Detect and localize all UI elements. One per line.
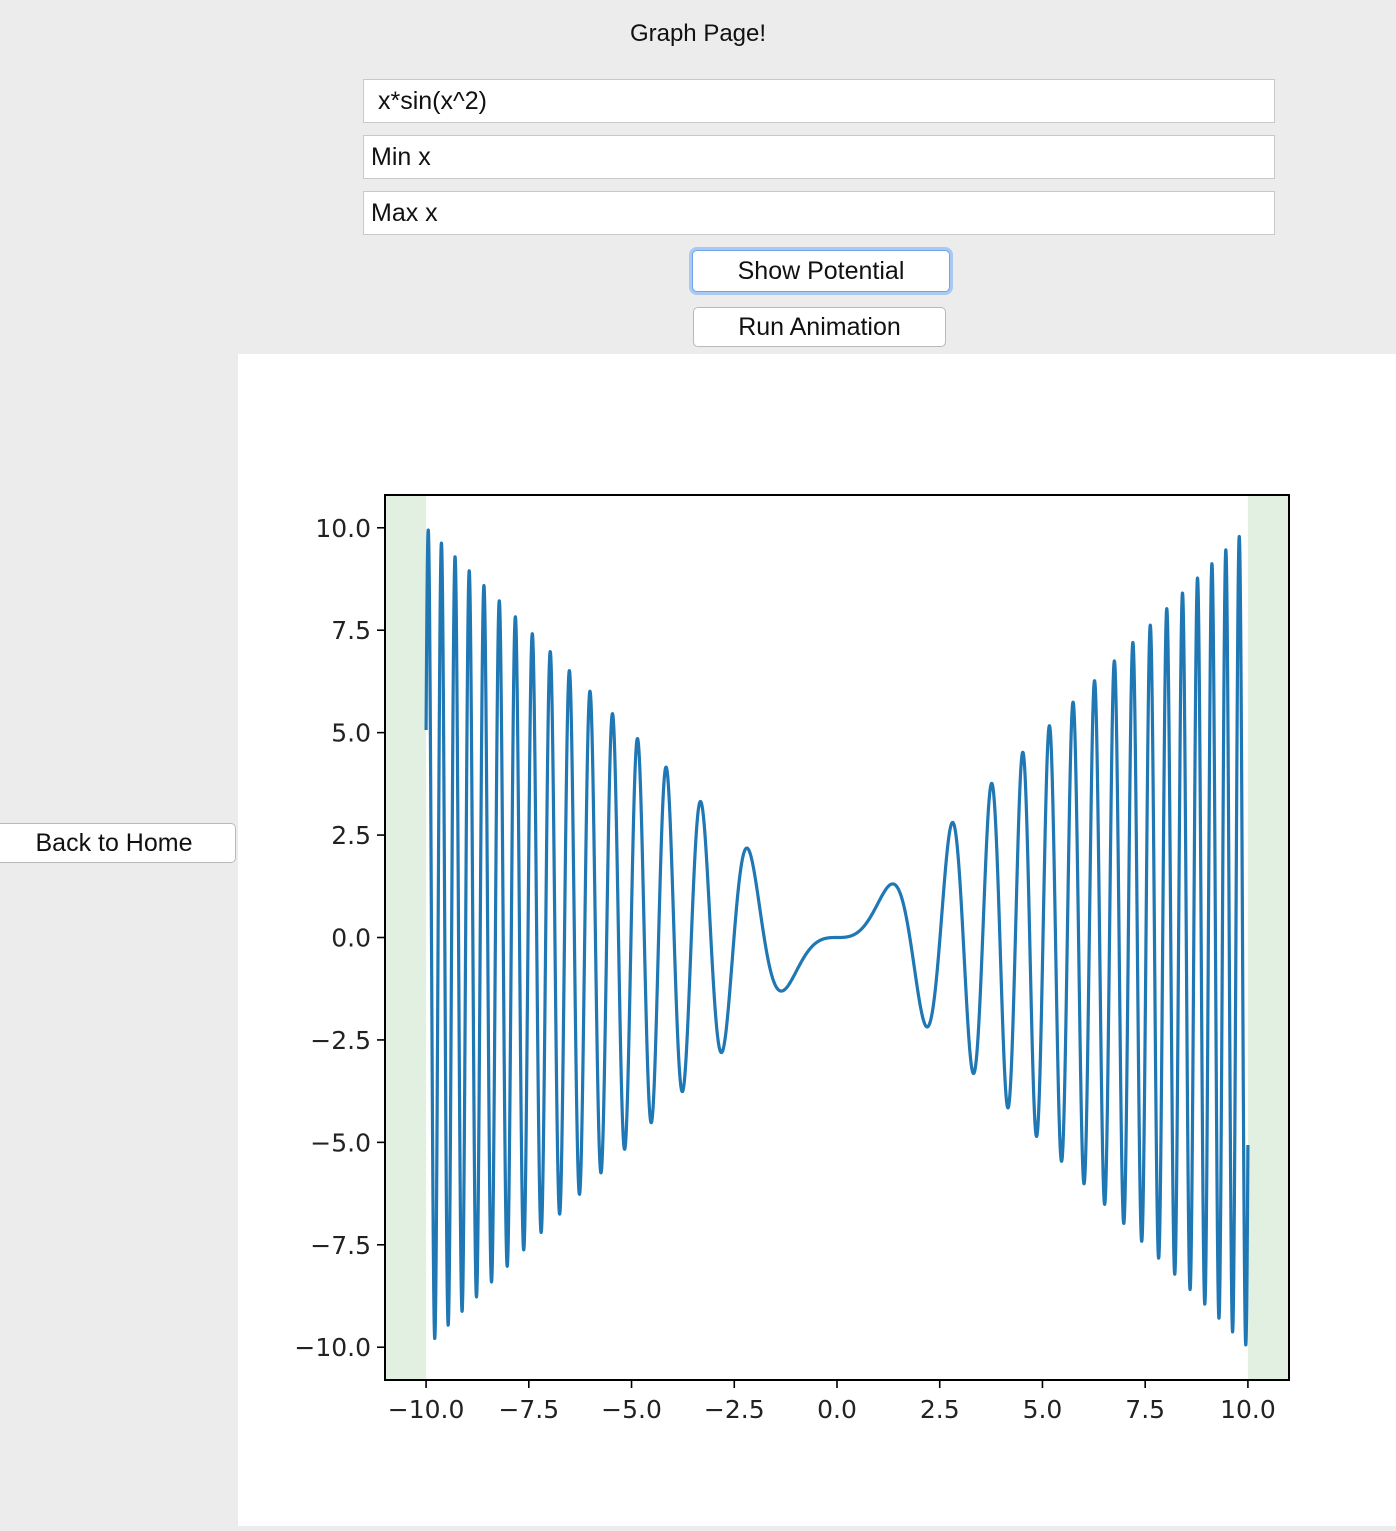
x-tick-label: −2.5 bbox=[704, 1395, 765, 1424]
function-input[interactable] bbox=[363, 79, 1275, 123]
y-tick-label: 2.5 bbox=[331, 821, 371, 850]
x-tick-label: −10.0 bbox=[388, 1395, 465, 1424]
plot-canvas: −10.0 −7.5 −5.0 −2.5 0.0 2.5 5.0 7.5 10.0 −10.0 −… bbox=[238, 354, 1396, 1526]
y-tick-label: 10.0 bbox=[315, 514, 371, 543]
x-tick-label: 5.0 bbox=[1023, 1395, 1063, 1424]
y-tick-label: −5.0 bbox=[310, 1128, 371, 1157]
back-to-home-button[interactable]: Back to Home bbox=[0, 823, 236, 863]
series-line bbox=[424, 528, 1250, 1347]
y-tick-label: −2.5 bbox=[310, 1026, 371, 1055]
shaded-region-0 bbox=[385, 495, 427, 1380]
x-tick-label: −5.0 bbox=[601, 1395, 662, 1424]
function-plot: −10.0 −7.5 −5.0 −2.5 0.0 2.5 5.0 7.5 10.0 −10.0 −… bbox=[294, 494, 1290, 1424]
x-tick-label: 2.5 bbox=[920, 1395, 960, 1424]
show-potential-button[interactable]: Show Potential bbox=[692, 250, 950, 292]
y-tick-label: 0.0 bbox=[331, 924, 371, 953]
x-tick-label: 0.0 bbox=[817, 1395, 857, 1424]
x-tick-label: −7.5 bbox=[498, 1395, 559, 1424]
run-animation-button[interactable]: Run Animation bbox=[693, 307, 946, 347]
y-tick-label: 5.0 bbox=[331, 719, 371, 748]
min-x-input[interactable] bbox=[363, 135, 1275, 179]
shaded-region-1 bbox=[1247, 495, 1289, 1380]
x-tick-label: 10.0 bbox=[1220, 1395, 1276, 1424]
y-tick-label: −10.0 bbox=[294, 1333, 371, 1362]
x-tick-label: 7.5 bbox=[1125, 1395, 1165, 1424]
page-title: Graph Page! bbox=[629, 20, 767, 47]
max-x-input[interactable] bbox=[363, 191, 1275, 235]
y-tick-label: 7.5 bbox=[331, 616, 371, 645]
y-tick-label: −7.5 bbox=[310, 1231, 371, 1260]
